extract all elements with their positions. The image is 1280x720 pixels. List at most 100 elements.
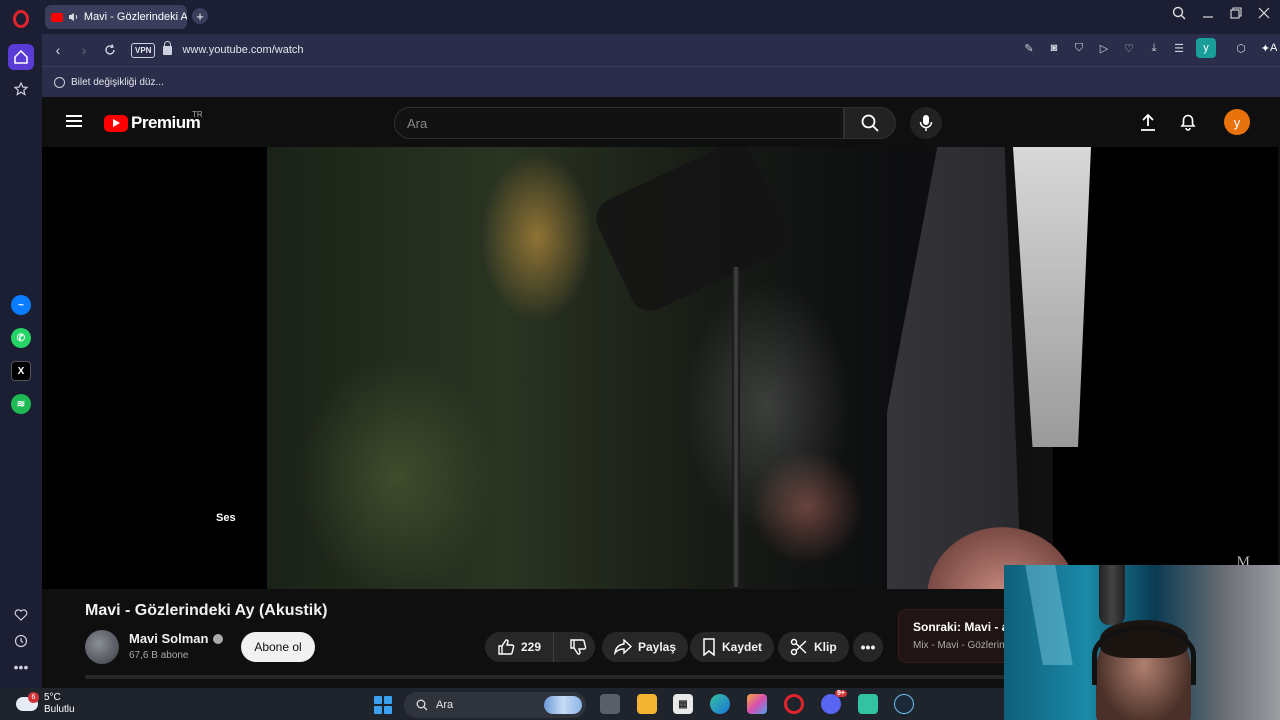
bookmark-icon bbox=[703, 638, 715, 656]
star-icon bbox=[14, 82, 28, 96]
save-button[interactable]: Kaydet bbox=[690, 632, 775, 662]
save-label: Kaydet bbox=[722, 640, 763, 654]
cube-icon[interactable]: ⬡ bbox=[1233, 40, 1249, 56]
up-next-subtitle: Mix - Mavi - Gözlerindeki bbox=[913, 640, 1018, 651]
play-icon[interactable]: ▷ bbox=[1096, 40, 1112, 56]
chevron-right-icon: › bbox=[81, 42, 87, 58]
restore-icon[interactable] bbox=[1230, 7, 1242, 19]
verified-icon bbox=[213, 633, 224, 644]
chevron-left-icon: ‹ bbox=[55, 42, 61, 58]
channel-avatar[interactable] bbox=[85, 630, 119, 664]
region-code: TR bbox=[192, 110, 203, 119]
search-button[interactable] bbox=[844, 107, 896, 139]
tab-bar: Mavi - Gözlerindeki A + bbox=[42, 0, 1280, 34]
steam-icon[interactable] bbox=[894, 694, 914, 714]
tab-search-icon[interactable] bbox=[1172, 6, 1186, 20]
edge-icon[interactable] bbox=[710, 694, 730, 714]
file-explorer-icon[interactable] bbox=[637, 694, 657, 714]
x-twitter-icon[interactable]: X bbox=[11, 361, 31, 381]
copilot-icon[interactable] bbox=[747, 694, 767, 714]
webcam-headphones bbox=[1092, 625, 1196, 685]
back-button[interactable]: ‹ bbox=[45, 37, 71, 63]
aria-ai-button[interactable]: ✦ A bbox=[1258, 40, 1280, 56]
easy-setup-icon[interactable]: ☰ bbox=[1171, 40, 1187, 56]
streamlabs-icon[interactable] bbox=[858, 694, 878, 714]
minimize-icon[interactable] bbox=[1202, 7, 1214, 19]
opera-logo-icon[interactable] bbox=[13, 10, 29, 28]
task-view-icon[interactable] bbox=[600, 694, 620, 714]
video-player[interactable]: Ses M bbox=[42, 147, 1278, 589]
subscriber-count: 67,6 B abone bbox=[129, 650, 189, 661]
lock-icon[interactable] bbox=[163, 40, 173, 55]
dislike-button[interactable] bbox=[560, 632, 595, 662]
upload-button[interactable] bbox=[1137, 111, 1159, 133]
video-mic-stand bbox=[732, 267, 740, 587]
clock-icon bbox=[14, 634, 28, 648]
menu-icon[interactable] bbox=[66, 115, 82, 127]
pinboards-button[interactable] bbox=[8, 76, 34, 102]
windows-logo-icon bbox=[374, 696, 382, 704]
weather-condition: Bulutlu bbox=[44, 704, 75, 715]
share-button[interactable]: Paylaş bbox=[602, 632, 689, 662]
webcam-light bbox=[1025, 565, 1073, 665]
channel-name[interactable]: Mavi Solman bbox=[129, 631, 224, 646]
description-box-edge[interactable] bbox=[85, 675, 1015, 679]
discord-icon[interactable]: 9+ bbox=[821, 690, 847, 714]
bookmark-item[interactable]: Bilet değişikliği düz... bbox=[71, 77, 164, 88]
reload-icon bbox=[105, 44, 115, 55]
share-label: Paylaş bbox=[638, 640, 677, 654]
youtube-play-icon bbox=[104, 114, 128, 132]
taskbar-search[interactable]: Ara bbox=[404, 692, 586, 718]
url-field[interactable]: www.youtube.com/watch bbox=[182, 44, 303, 56]
avatar[interactable]: y bbox=[1224, 109, 1250, 135]
edit-icon[interactable]: ✎ bbox=[1021, 40, 1037, 56]
thumbs-down-icon bbox=[569, 639, 586, 655]
shield-icon[interactable]: ⛉ bbox=[1071, 40, 1087, 56]
video-title: Mavi - Gözlerindeki Ay (Akustik) bbox=[85, 602, 328, 619]
like-button[interactable]: 229 bbox=[485, 632, 555, 662]
start-button[interactable] bbox=[374, 696, 392, 714]
like-dislike-group: 229 bbox=[485, 632, 595, 662]
reload-button[interactable] bbox=[97, 37, 123, 63]
whatsapp-icon[interactable]: ✆ bbox=[11, 328, 31, 348]
upload-icon bbox=[1141, 113, 1155, 131]
voice-search-button[interactable] bbox=[910, 107, 942, 139]
search-input[interactable]: Ara bbox=[394, 107, 844, 139]
vpn-badge[interactable]: VPN bbox=[131, 42, 156, 58]
download-icon[interactable]: ⤓ bbox=[1146, 40, 1162, 56]
address-bar: ‹ › VPN www.youtube.com/watch ✎ ◙ ⛉ ▷ ♡ … bbox=[42, 34, 1280, 66]
microsoft-store-icon[interactable]: ▦ bbox=[673, 694, 693, 714]
more-horizontal-icon: ••• bbox=[860, 639, 876, 655]
clip-button[interactable]: Klip bbox=[778, 632, 849, 662]
more-sidebar-button[interactable]: ••• bbox=[8, 654, 34, 680]
extension-y-button[interactable]: y bbox=[1196, 38, 1216, 58]
windows-logo-icon-part bbox=[384, 696, 392, 704]
channel-name-text: Mavi Solman bbox=[129, 631, 209, 646]
weather-widget[interactable]: 6 5°C Bulutlu bbox=[16, 692, 75, 716]
opera-taskbar-icon[interactable] bbox=[784, 694, 804, 714]
spotify-icon[interactable]: ≋ bbox=[11, 394, 31, 414]
home-button[interactable] bbox=[8, 44, 34, 70]
tab-youtube[interactable]: Mavi - Gözlerindeki A bbox=[45, 5, 187, 29]
notifications-button[interactable] bbox=[1177, 111, 1199, 133]
favorites-button[interactable] bbox=[8, 602, 34, 628]
forward-button[interactable]: › bbox=[71, 37, 97, 63]
youtube-header: Premium TR Ara y bbox=[42, 97, 1280, 147]
subscribe-button[interactable]: Abone ol bbox=[241, 632, 315, 662]
new-tab-button[interactable]: + bbox=[192, 8, 208, 24]
thumbs-up-icon bbox=[498, 639, 515, 655]
more-actions-button[interactable]: ••• bbox=[853, 632, 883, 662]
messenger-icon[interactable]: ~ bbox=[11, 295, 31, 315]
up-next-card[interactable]: Sonraki: Mavi - as Mix - Mavi - Gözlerin… bbox=[898, 609, 1018, 663]
camera-icon[interactable]: ◙ bbox=[1046, 40, 1062, 56]
youtube-logo[interactable]: Premium bbox=[104, 113, 201, 133]
windows-logo-icon-part bbox=[374, 706, 382, 714]
clip-label: Klip bbox=[814, 640, 837, 654]
discord-badge: 9+ bbox=[835, 690, 847, 697]
heart-outline-icon[interactable]: ♡ bbox=[1121, 40, 1137, 56]
webcam-microphone bbox=[1099, 565, 1125, 625]
speaker-icon[interactable] bbox=[68, 12, 79, 22]
aria-label: A bbox=[1269, 42, 1278, 54]
history-button[interactable] bbox=[8, 628, 34, 654]
close-icon[interactable] bbox=[1258, 7, 1270, 19]
